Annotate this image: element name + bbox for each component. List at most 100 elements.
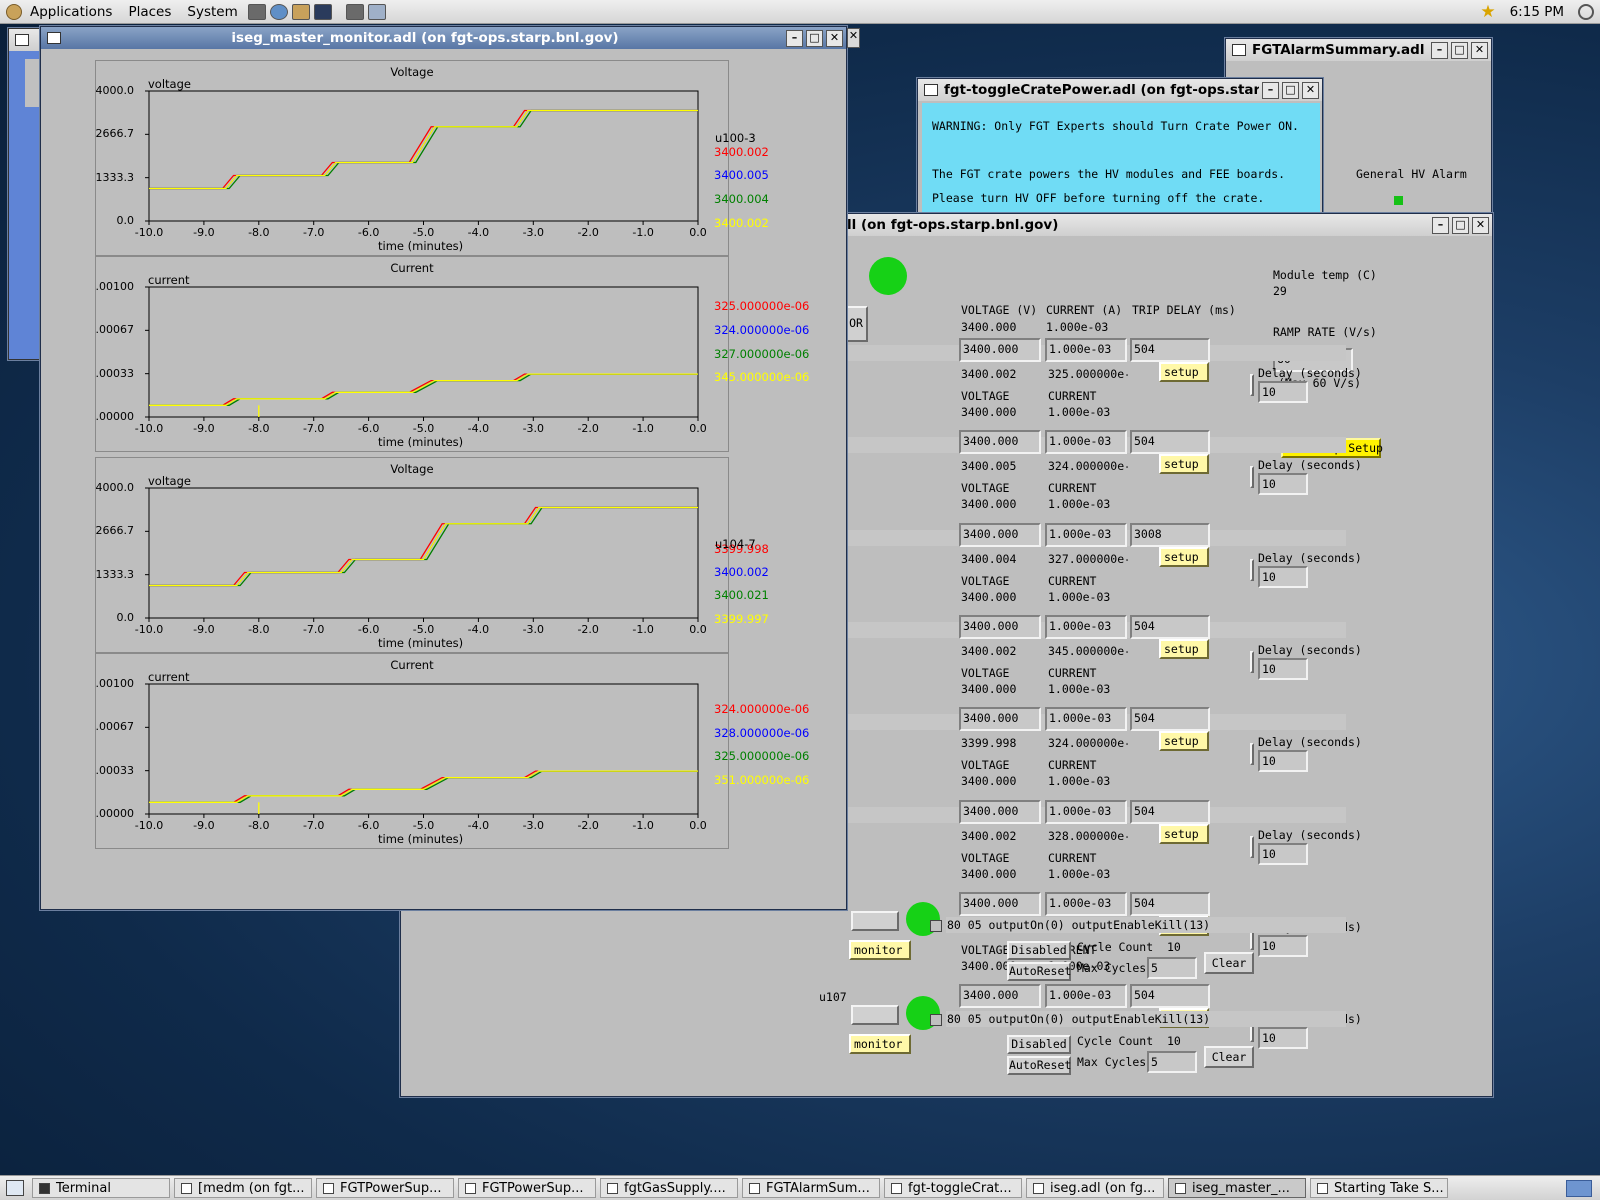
trip-delay-input[interactable]: 504 (1130, 707, 1210, 732)
delay-input[interactable]: 10 (1258, 842, 1308, 865)
series-readout-2: 325.000000e-06 (714, 749, 809, 763)
minimize-button[interactable]: – (1262, 81, 1279, 99)
voltage-setpoint-input[interactable]: 3400.000 (959, 614, 1041, 639)
channel-left-edge (1250, 835, 1254, 858)
voltage-word: VOLTAGE (961, 389, 1010, 403)
maximize-button[interactable]: □ (1451, 41, 1468, 59)
trip-delay-input[interactable]: 504 (1130, 984, 1210, 1009)
x-tick-label: -3.0 (522, 623, 545, 636)
logout-icon[interactable] (1578, 3, 1594, 20)
taskbar-item[interactable]: Starting Take S... (1310, 1178, 1448, 1198)
toggle-crate-power-window[interactable]: fgt-toggleCratePower.adl (on fgt-ops.sta… (917, 78, 1323, 218)
taskbar-item[interactable]: FGTAlarmSum... (742, 1178, 880, 1198)
delay-input[interactable]: 10 (1258, 657, 1308, 680)
taskbar-item[interactable]: FGTPowerSup... (458, 1178, 596, 1198)
setup-button[interactable]: setup (1159, 731, 1209, 752)
window-icon (749, 1182, 760, 1194)
setup-button[interactable]: setup (1159, 638, 1209, 659)
menu-places[interactable]: Places (120, 4, 179, 20)
current-setpoint-input[interactable]: 1.000e-03 (1045, 891, 1127, 916)
trip-delay-input[interactable]: 504 (1130, 338, 1210, 362)
voltage-setpoint-input[interactable]: 3400.000 (959, 891, 1041, 916)
camera-icon[interactable] (247, 3, 266, 20)
taskbar-item[interactable]: iseg_master_... (1168, 1178, 1306, 1198)
taskbar-item[interactable]: fgt-toggleCrat... (884, 1178, 1022, 1198)
channel-handle[interactable] (930, 1014, 942, 1026)
delay-input[interactable]: 10 (1258, 381, 1308, 403)
current-setpoint-input[interactable]: 1.000e-03 (1045, 522, 1127, 547)
current-setpoint-input[interactable]: 1.000e-03 (1045, 707, 1127, 732)
delay-input[interactable]: 10 (1258, 750, 1308, 773)
taskbar-item[interactable]: iseg.adl (on fg... (1026, 1178, 1164, 1198)
disabled-button[interactable]: Disabled (1007, 1035, 1071, 1054)
files-icon[interactable] (291, 3, 310, 20)
foot-icon[interactable] (6, 3, 22, 20)
voltage-setpoint-input[interactable]: 3400.000 (959, 984, 1041, 1009)
channel-handle[interactable] (930, 920, 942, 932)
clock[interactable]: 6:15 PM (1510, 4, 1564, 20)
setup-button[interactable]: setup (1159, 362, 1209, 382)
max-cycles-input[interactable]: 5 (1147, 1051, 1197, 1073)
delay-input[interactable]: 10 (1258, 565, 1308, 588)
taskbar-item[interactable]: FGTPowerSup... (316, 1178, 454, 1198)
taskbar-item[interactable]: Terminal (32, 1178, 170, 1198)
autoreset-button[interactable]: AutoReset (1007, 1056, 1071, 1075)
trip-delay-input[interactable]: 504 (1130, 614, 1210, 639)
taskbar-item[interactable]: [medm (on fgt... (174, 1178, 312, 1198)
monitor-button[interactable]: monitor (849, 940, 911, 960)
voltage-setpoint-input[interactable]: 3400.000 (959, 338, 1041, 362)
star-icon[interactable]: ★ (1480, 2, 1495, 22)
close-button[interactable]: ✕ (1302, 81, 1319, 99)
workspace-switcher-icon[interactable] (1566, 1179, 1592, 1197)
x-tick-label: -7.0 (302, 226, 325, 239)
x-tick-label: -8.0 (248, 226, 270, 239)
current-setpoint-input[interactable]: 1.000e-03 (1045, 984, 1127, 1009)
current-setpoint-input[interactable]: 1.000e-03 (1045, 614, 1127, 639)
maximize-button[interactable]: □ (1282, 81, 1299, 99)
voltage-setpoint-input[interactable]: 3400.000 (959, 707, 1041, 732)
browser-icon[interactable] (269, 3, 288, 20)
clear-button[interactable]: Clear (1204, 1046, 1254, 1068)
monitor-window[interactable]: iseg_master_monitor.adl (on fgt-ops.star… (40, 26, 847, 910)
screenshot-icon[interactable] (345, 3, 364, 20)
taskbar-item[interactable]: fgtGasSupply.... (600, 1178, 738, 1198)
delay-input[interactable]: 10 (1258, 1027, 1308, 1050)
channel-toggle[interactable] (851, 1005, 899, 1025)
current-setpoint-input[interactable]: 1.000e-03 (1045, 799, 1127, 824)
trip-delay-input[interactable]: 504 (1130, 430, 1210, 455)
trip-delay-input[interactable]: 3008 (1130, 522, 1210, 547)
autoreset-button[interactable]: AutoReset (1007, 962, 1071, 981)
terminal-icon[interactable] (313, 3, 332, 20)
clear-button[interactable]: Clear (1204, 952, 1254, 974)
max-cycles-input[interactable]: 5 (1147, 957, 1197, 979)
show-desktop-icon[interactable] (6, 1180, 24, 1196)
disabled-button[interactable]: Disabled (1007, 941, 1071, 960)
setup-button[interactable]: setup (1159, 546, 1209, 567)
taskbar-item-label: FGTPowerSup... (340, 1180, 442, 1196)
series-readout-0: 324.000000e-06 (714, 702, 809, 716)
window-menu-icon[interactable] (15, 34, 29, 46)
window-icon[interactable] (367, 3, 386, 20)
window-menu-icon[interactable] (924, 84, 938, 96)
trip-delay-input[interactable]: 504 (1130, 799, 1210, 824)
window-menu-icon[interactable] (1232, 44, 1246, 56)
voltage-setpoint-input[interactable]: 3400.000 (959, 522, 1041, 547)
current-setpoint-input[interactable]: 1.000e-03 (1045, 430, 1127, 455)
channel-toggle[interactable] (851, 911, 899, 931)
minimize-button[interactable]: – (1431, 41, 1448, 59)
setup-button[interactable]: setup (1159, 823, 1209, 844)
trip-delay-input[interactable]: 504 (1130, 891, 1210, 916)
cycle-count-label: Cycle Count (1077, 1034, 1154, 1048)
voltage-setpoint-input[interactable]: 3400.000 (959, 799, 1041, 824)
x-tick-label: -5.0 (412, 623, 435, 636)
delay-input[interactable]: 10 (1258, 934, 1308, 957)
monitor-button[interactable]: monitor (849, 1034, 911, 1054)
general-hv-alarm-label: General HV Alarm (1356, 167, 1467, 181)
current-setpoint-input[interactable]: 1.000e-03 (1045, 338, 1127, 362)
voltage-setpoint-input[interactable]: 3400.000 (959, 430, 1041, 455)
menu-system[interactable]: System (179, 4, 245, 20)
close-button[interactable]: ✕ (1471, 41, 1488, 59)
delay-input[interactable]: 10 (1258, 473, 1308, 496)
setup-button[interactable]: setup (1159, 454, 1209, 475)
menu-applications[interactable]: Applications (22, 4, 120, 20)
